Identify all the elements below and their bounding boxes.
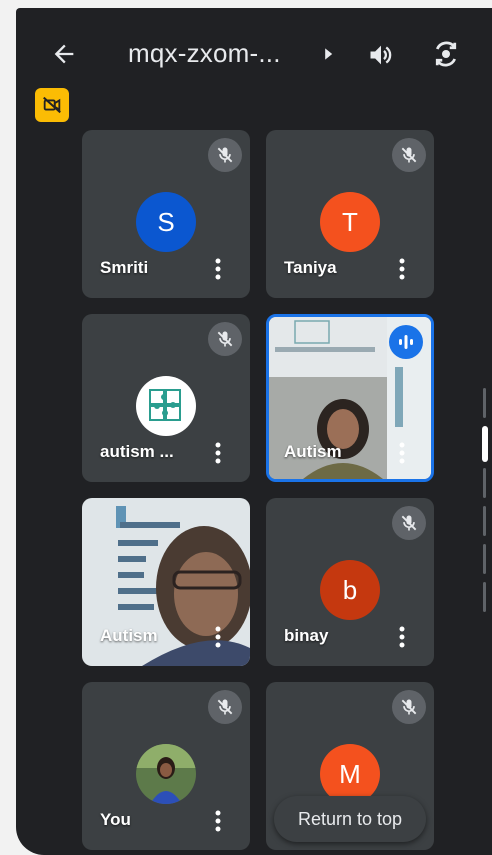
more-vert-icon bbox=[215, 626, 221, 648]
audio-level-icon bbox=[399, 335, 413, 349]
speaker-icon bbox=[370, 45, 392, 65]
mic-off-icon bbox=[217, 147, 233, 163]
mic-muted-indicator bbox=[208, 322, 242, 356]
more-vert-icon bbox=[399, 258, 405, 280]
participant-name: Autism bbox=[100, 626, 158, 645]
participant-tile-self[interactable]: You bbox=[82, 682, 250, 850]
more-vert-icon bbox=[215, 442, 221, 464]
chevron-right-icon bbox=[325, 48, 333, 60]
back-arrow-icon bbox=[54, 44, 74, 64]
meeting-details-chevron[interactable] bbox=[318, 44, 338, 64]
more-options-button[interactable] bbox=[390, 622, 414, 652]
participant-name: Taniya bbox=[284, 258, 337, 277]
back-button[interactable] bbox=[46, 36, 82, 72]
camera-off-icon bbox=[43, 96, 61, 114]
switch-camera-button[interactable] bbox=[428, 36, 464, 72]
more-options-button[interactable] bbox=[206, 806, 230, 836]
mic-off-icon bbox=[401, 515, 417, 531]
participant-tile[interactable]: b binay bbox=[266, 498, 434, 666]
mic-muted-indicator bbox=[208, 690, 242, 724]
meet-call-screen: mqx-zxom-... S Smriti T Taniya autism ..… bbox=[16, 8, 492, 855]
more-vert-icon bbox=[399, 626, 405, 648]
participant-name: autism ... bbox=[100, 442, 174, 461]
audio-output-button[interactable] bbox=[364, 38, 398, 72]
puzzle-logo-avatar bbox=[136, 376, 196, 436]
scroll-position-thumb[interactable] bbox=[482, 426, 488, 462]
more-options-button[interactable] bbox=[390, 254, 414, 284]
participant-tile[interactable]: Autism bbox=[82, 498, 250, 666]
top-bar: mqx-zxom-... bbox=[16, 8, 492, 92]
more-options-button[interactable] bbox=[206, 438, 230, 468]
avatar: T bbox=[320, 192, 380, 252]
mic-off-icon bbox=[217, 331, 233, 347]
more-options-button[interactable] bbox=[390, 438, 414, 468]
avatar: S bbox=[136, 192, 196, 252]
more-vert-icon bbox=[215, 258, 221, 280]
mic-off-icon bbox=[401, 699, 417, 715]
participant-name: binay bbox=[284, 626, 329, 645]
page-scroll-indicator[interactable] bbox=[482, 388, 488, 612]
mic-off-icon bbox=[401, 147, 417, 163]
more-options-button[interactable] bbox=[206, 622, 230, 652]
more-options-button[interactable] bbox=[206, 254, 230, 284]
profile-photo-avatar bbox=[136, 744, 196, 804]
participant-name: Smriti bbox=[100, 258, 149, 277]
camera-off-badge[interactable] bbox=[35, 88, 69, 122]
mic-muted-indicator bbox=[392, 506, 426, 540]
mic-muted-indicator bbox=[392, 690, 426, 724]
return-to-top-button[interactable]: Return to top bbox=[274, 796, 426, 842]
participant-name: Autism bbox=[284, 442, 342, 461]
more-vert-icon bbox=[399, 442, 405, 464]
speaking-indicator bbox=[389, 325, 423, 359]
meeting-code[interactable]: mqx-zxom-... bbox=[128, 38, 281, 69]
participant-tile[interactable]: autism ... bbox=[82, 314, 250, 482]
participant-tile-active-speaker[interactable]: Autism bbox=[266, 314, 434, 482]
puzzle-logo-icon bbox=[149, 389, 181, 421]
camera-flip-icon bbox=[435, 41, 457, 67]
participant-tile[interactable]: S Smriti bbox=[82, 130, 250, 298]
mic-muted-indicator bbox=[392, 138, 426, 172]
avatar: M bbox=[320, 744, 380, 804]
more-vert-icon bbox=[215, 810, 221, 832]
mic-off-icon bbox=[217, 699, 233, 715]
profile-photo bbox=[136, 744, 196, 804]
avatar: b bbox=[320, 560, 380, 620]
participant-tile[interactable]: T Taniya bbox=[266, 130, 434, 298]
participant-name: You bbox=[100, 810, 131, 829]
mic-muted-indicator bbox=[208, 138, 242, 172]
